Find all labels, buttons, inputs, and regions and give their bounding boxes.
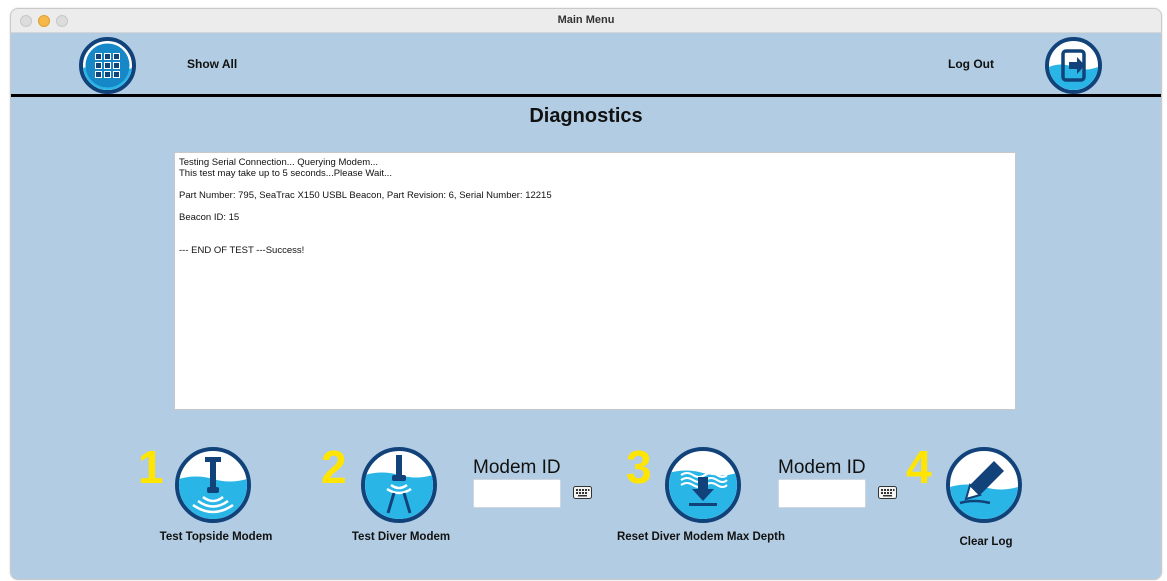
exit-door-icon <box>1049 49 1098 90</box>
window-title: Main Menu <box>557 14 615 26</box>
keyboard-icon[interactable] <box>878 486 897 499</box>
modem-id-label-2: Modem ID <box>778 457 866 478</box>
modem-id-input-2[interactable] <box>778 479 866 508</box>
show-all-button[interactable] <box>79 37 136 94</box>
log-line: This test may take up to 5 seconds...Ple… <box>179 168 392 179</box>
log-line: Part Number: 795, SeaTrac X150 USBL Beac… <box>179 190 552 201</box>
reset-diver-modem-max-depth-label: Reset Diver Modem Max Depth <box>616 531 786 543</box>
page-title: Diagnostics <box>529 105 643 127</box>
log-line: Testing Serial Connection... Querying Mo… <box>179 157 379 168</box>
test-topside-modem-label: Test Topside Modem <box>159 531 273 543</box>
step-number-1: 1 <box>138 441 164 493</box>
main-menu-window: Main Menu Show All Log Out Diagnostics T… <box>10 8 1162 580</box>
test-diver-modem-label: Test Diver Modem <box>351 531 451 543</box>
diagnostics-log[interactable]: Testing Serial Connection... Querying Mo… <box>174 152 1016 410</box>
test-diver-modem-button[interactable] <box>361 447 437 523</box>
log-line: Beacon ID: 15 <box>179 212 240 223</box>
step-number-3: 3 <box>626 441 652 493</box>
reset-diver-modem-max-depth-button[interactable] <box>665 447 741 523</box>
logout-label[interactable]: Log Out <box>948 57 994 71</box>
header-bar: Show All Log Out <box>11 33 1161 97</box>
modem-id-label-1: Modem ID <box>473 457 561 478</box>
step-number-2: 2 <box>321 441 347 493</box>
clear-log-label: Clear Log <box>959 536 1013 548</box>
modem-id-input-1[interactable] <box>473 479 561 508</box>
logout-button[interactable] <box>1045 37 1102 94</box>
clear-log-pen-icon <box>950 461 1018 519</box>
test-topside-modem-button[interactable] <box>175 447 251 523</box>
keyboard-icon[interactable] <box>573 486 592 499</box>
log-line: --- END OF TEST ---Success! <box>179 245 305 256</box>
step-number-4: 4 <box>906 441 932 493</box>
show-all-label[interactable]: Show All <box>187 57 237 71</box>
clear-log-button[interactable] <box>946 447 1022 523</box>
title-bar: Main Menu <box>11 9 1161 33</box>
diver-modem-icon <box>365 455 433 519</box>
reset-depth-icon <box>669 470 737 519</box>
grid-icon <box>83 43 132 90</box>
topside-modem-icon <box>179 457 247 519</box>
